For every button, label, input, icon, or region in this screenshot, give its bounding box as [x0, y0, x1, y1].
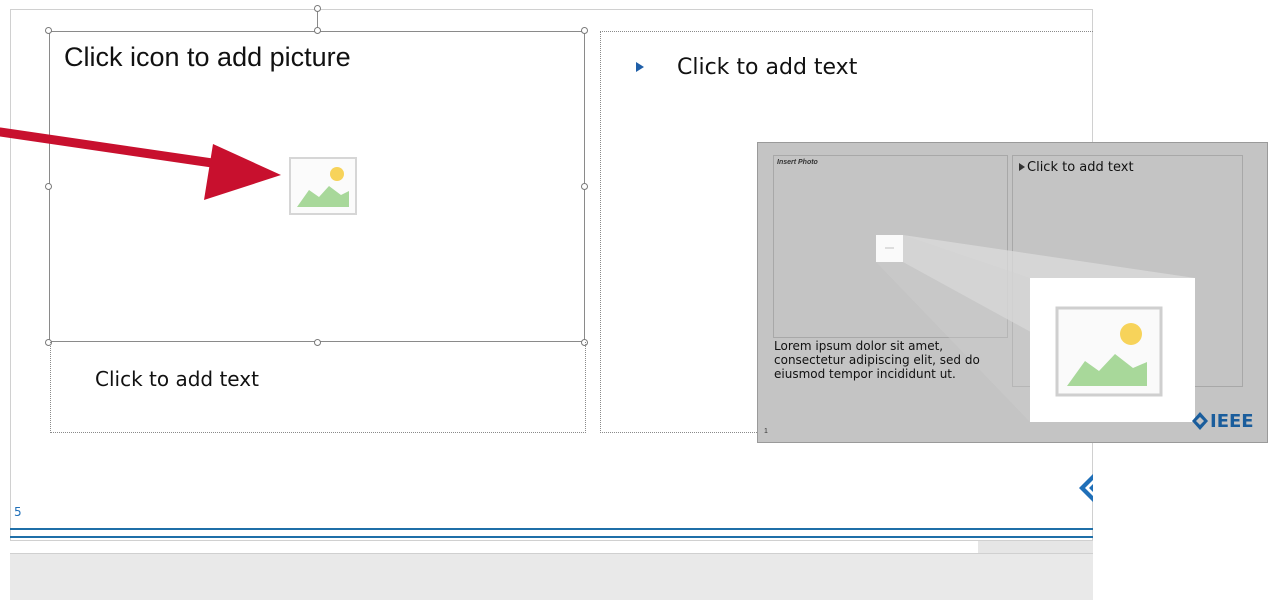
- zoomed-insert-picture-callout: [1030, 278, 1195, 422]
- horizontal-scrollbar-track[interactable]: [10, 540, 978, 554]
- thumbnail-insert-picture-icon: [876, 235, 903, 262]
- ieee-logo-text: IEEE: [1210, 410, 1254, 432]
- thumbnail-bullet-icon: [1019, 163, 1025, 171]
- thumbnail-insert-photo-label: Insert Photo: [777, 159, 818, 166]
- footer-line-top: [10, 528, 1093, 530]
- footer-line-bottom: [10, 536, 1093, 538]
- resize-handle-top[interactable]: [314, 27, 321, 34]
- ieee-diamond-icon: [1192, 412, 1208, 430]
- resize-handle-top-left[interactable]: [45, 27, 52, 34]
- resize-handle-right[interactable]: [581, 183, 588, 190]
- bullet-triangle-icon: [636, 62, 644, 72]
- caption-placeholder-text[interactable]: Click to add text: [95, 367, 259, 391]
- zoomed-picture-icon: [1055, 306, 1163, 397]
- picture-placeholder-title[interactable]: Click icon to add picture: [64, 42, 351, 73]
- thumbnail-ieee-logo: IEEE: [1192, 410, 1254, 432]
- thumbnail-lorem-text: Lorem ipsum dolor sit amet, consectetur …: [774, 339, 980, 381]
- thumbnail-slide-number: 1: [764, 428, 768, 435]
- status-bar: [10, 554, 1093, 600]
- annotation-arrow-icon: [0, 127, 281, 200]
- horizontal-scrollbar-end[interactable]: [978, 540, 1093, 554]
- resize-handle-top-right[interactable]: [581, 27, 588, 34]
- ieee-diamond-logo-icon: [1079, 474, 1093, 502]
- slide-number: 5: [14, 505, 22, 519]
- content-placeholder-text[interactable]: Click to add text: [677, 55, 857, 80]
- thumbnail-content-text: Click to add text: [1027, 160, 1134, 175]
- rotation-handle[interactable]: [314, 5, 321, 12]
